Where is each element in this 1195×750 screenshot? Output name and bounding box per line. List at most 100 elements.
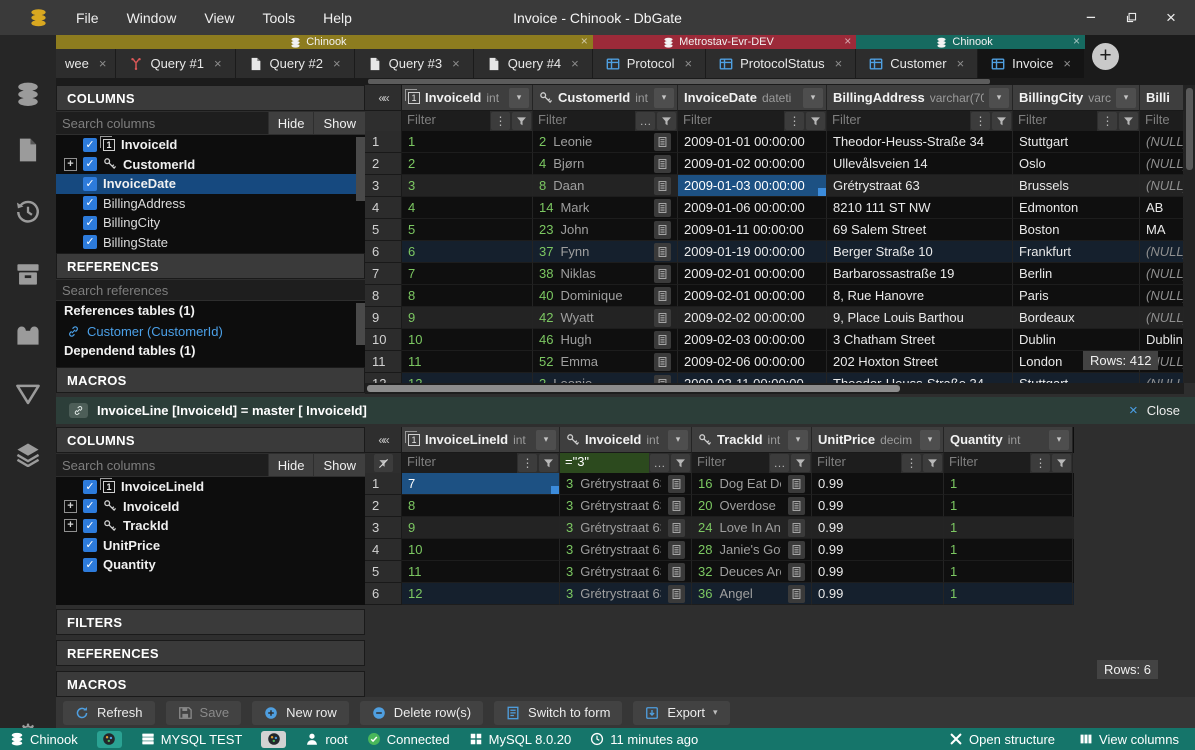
tab-protocol[interactable]: Protocol × (593, 49, 706, 78)
menu-help[interactable]: Help (309, 4, 366, 32)
dots-menu-icon[interactable]: ⋮ (902, 454, 921, 472)
grid-cell[interactable]: (NULL) (1140, 285, 1184, 307)
status-root[interactable]: root (305, 732, 347, 747)
filter-input[interactable]: Filter (1013, 111, 1097, 131)
list-scrollbar[interactable] (356, 303, 365, 345)
grid-cell[interactable]: (NULL) (1140, 373, 1184, 383)
dots-menu-icon[interactable]: ⋮ (491, 112, 510, 130)
close-icon[interactable]: × (844, 34, 851, 48)
column-checklist-item[interactable]: ✓Quantity (56, 555, 365, 575)
row-number[interactable]: 9 (365, 307, 402, 329)
grid-cell[interactable]: 1 (944, 495, 1073, 517)
dots-menu-icon[interactable]: ⋮ (518, 454, 537, 472)
grid-cell[interactable]: 0.99 (812, 583, 944, 605)
grid-cell[interactable]: (NULL) (1140, 307, 1184, 329)
row-number[interactable]: 5 (365, 561, 402, 583)
chevron-down-icon[interactable]: ▾ (654, 88, 674, 108)
row-number[interactable]: 6 (365, 583, 402, 605)
tab-customer[interactable]: Customer × (856, 49, 978, 78)
delete-row-s--button[interactable]: Delete row(s) (360, 701, 483, 725)
grid-cell[interactable]: 3Grétrystraat 63 (560, 473, 692, 495)
open-detail-icon[interactable] (654, 243, 671, 261)
row-number[interactable]: 10 (365, 329, 402, 351)
filter-input[interactable]: Filter (812, 453, 901, 473)
clear-filter-button[interactable] (374, 454, 393, 472)
expand-icon[interactable]: + (64, 500, 77, 513)
column-checklist-item[interactable]: ✓1InvoiceId (56, 135, 365, 155)
column-checklist-item[interactable]: ✓BillingState (56, 233, 365, 253)
row-number[interactable]: 1 (365, 473, 402, 495)
checkbox[interactable]: ✓ (83, 519, 97, 533)
detail-columns-section-header[interactable]: COLUMNS (56, 427, 365, 453)
grid-cell[interactable]: 2009-01-06 00:00:00 (678, 197, 827, 219)
chevron-down-icon[interactable]: ▾ (509, 88, 529, 108)
grid-cell[interactable]: 52Emma (533, 351, 678, 373)
column-checklist-item[interactable]: ✓1InvoiceLineId (56, 477, 365, 497)
dots-menu-icon[interactable]: ⋮ (971, 112, 990, 130)
grid-cell[interactable]: 2009-02-06 00:00:00 (678, 351, 827, 373)
grid-cell[interactable]: 10 (402, 539, 560, 561)
grid-cell[interactable]: Berlin (1013, 263, 1140, 285)
chevron-down-icon[interactable]: ▾ (920, 430, 940, 450)
checkbox[interactable]: ✓ (83, 235, 97, 249)
grid-cell[interactable]: 2009-01-11 00:00:00 (678, 219, 827, 241)
checkbox[interactable]: ✓ (83, 499, 97, 513)
open-detail-icon[interactable] (668, 541, 685, 559)
grid-cell[interactable]: (NULL) (1140, 263, 1184, 285)
grid-cell[interactable]: 3 (402, 175, 533, 197)
columns-section-header[interactable]: COLUMNS (56, 85, 365, 111)
grid-cell[interactable]: 1 (944, 473, 1073, 495)
grid-cell[interactable]: Oslo (1013, 153, 1140, 175)
status-chinook[interactable]: Chinook (10, 732, 78, 747)
grid-cell[interactable]: 2009-01-03 00:00:00 (678, 175, 827, 197)
chevron-down-icon[interactable]: ▾ (788, 430, 808, 450)
funnel-icon[interactable] (923, 454, 942, 472)
grid-cell[interactable]: 9, Place Louis Barthou (827, 307, 1013, 329)
close-icon[interactable]: × (684, 56, 692, 71)
filter-input[interactable]: ="3" (560, 453, 649, 473)
open-detail-icon[interactable] (654, 133, 671, 151)
open-detail-icon[interactable] (788, 475, 805, 493)
open-detail-icon[interactable] (788, 585, 805, 603)
grid-cell[interactable]: 28Janie's Got A Gun (692, 539, 812, 561)
close-icon[interactable]: × (333, 56, 341, 71)
open-detail-icon[interactable] (668, 519, 685, 537)
open-detail-icon[interactable] (668, 585, 685, 603)
grid-cell[interactable]: (NULL) (1140, 241, 1184, 263)
open-detail-icon[interactable] (788, 497, 805, 515)
chevron-down-icon[interactable]: ▾ (668, 430, 688, 450)
grid-cell[interactable]: 202 Hoxton Street (827, 351, 1013, 373)
hide-button[interactable]: Hide (269, 112, 314, 134)
tab-strip-scrollbar[interactable] (368, 79, 990, 84)
grid-cell[interactable]: 1 (944, 539, 1073, 561)
grid-cell[interactable]: 14Mark (533, 197, 678, 219)
grid-cell[interactable]: 20Overdose (692, 495, 812, 517)
grid-cell[interactable]: 23John (533, 219, 678, 241)
grid-cell[interactable]: 32Deuces Are Wild (692, 561, 812, 583)
tab-query-4[interactable]: Query #4 × (474, 49, 593, 78)
grid-cell[interactable]: 2009-01-01 00:00:00 (678, 131, 827, 153)
filter-input[interactable]: Filter (678, 111, 784, 131)
grid-cell[interactable]: 3 Chatham Street (827, 329, 1013, 351)
column-checklist-item[interactable]: +✓TrackId (56, 516, 365, 536)
funnel-icon[interactable] (512, 112, 531, 130)
row-number[interactable]: 7 (365, 263, 402, 285)
column-header-billingcity[interactable]: BillingCity varcha ▾ (1013, 85, 1140, 111)
checkbox[interactable]: ✓ (83, 157, 97, 171)
grid-cell[interactable]: 12 (402, 583, 560, 605)
grid-cell[interactable]: 2 (402, 153, 533, 175)
funnel-icon[interactable] (539, 454, 558, 472)
open-detail-icon[interactable] (668, 563, 685, 581)
grid-cell[interactable]: 1 (944, 517, 1073, 539)
menu-tools[interactable]: Tools (248, 4, 309, 32)
grid-cell[interactable]: Grétrystraat 63 (827, 175, 1013, 197)
funnel-icon[interactable] (657, 112, 676, 130)
column-checklist-item[interactable]: ✓InvoiceDate (56, 174, 365, 194)
open-detail-icon[interactable] (654, 177, 671, 195)
open-detail-icon[interactable] (668, 475, 685, 493)
grid-cell[interactable]: 7 (402, 473, 560, 495)
grid-cell[interactable]: 2009-02-02 00:00:00 (678, 307, 827, 329)
grid-cell[interactable]: 2009-02-11 00:00:00 (678, 373, 827, 383)
grid-cell[interactable]: 3Grétrystraat 63 (560, 561, 692, 583)
checkbox[interactable]: ✓ (83, 216, 97, 230)
